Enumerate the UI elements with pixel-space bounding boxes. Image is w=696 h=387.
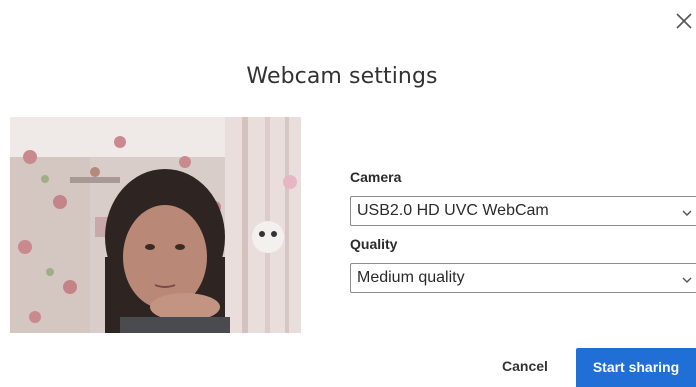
camera-select[interactable]: USB2.0 HD UVC WebCam [350,196,696,226]
quality-select[interactable]: Medium quality [350,263,696,293]
close-icon [672,8,696,32]
quality-select-value: Medium quality [357,269,465,286]
webcam-preview [10,117,301,333]
dialog-title: Webcam settings [246,64,438,89]
start-sharing-button[interactable]: Start sharing [576,348,696,387]
close-button[interactable] [672,8,696,32]
webcam-settings-dialog: Webcam settings Camera USB2.0 HD UVC Web… [0,0,696,387]
chevron-down-icon [681,273,693,285]
camera-select-value: USB2.0 HD UVC WebCam [357,202,549,219]
quality-label: Quality [350,236,398,252]
cancel-button[interactable]: Cancel [488,348,562,384]
chevron-down-icon [681,206,693,218]
camera-label: Camera [350,169,402,185]
